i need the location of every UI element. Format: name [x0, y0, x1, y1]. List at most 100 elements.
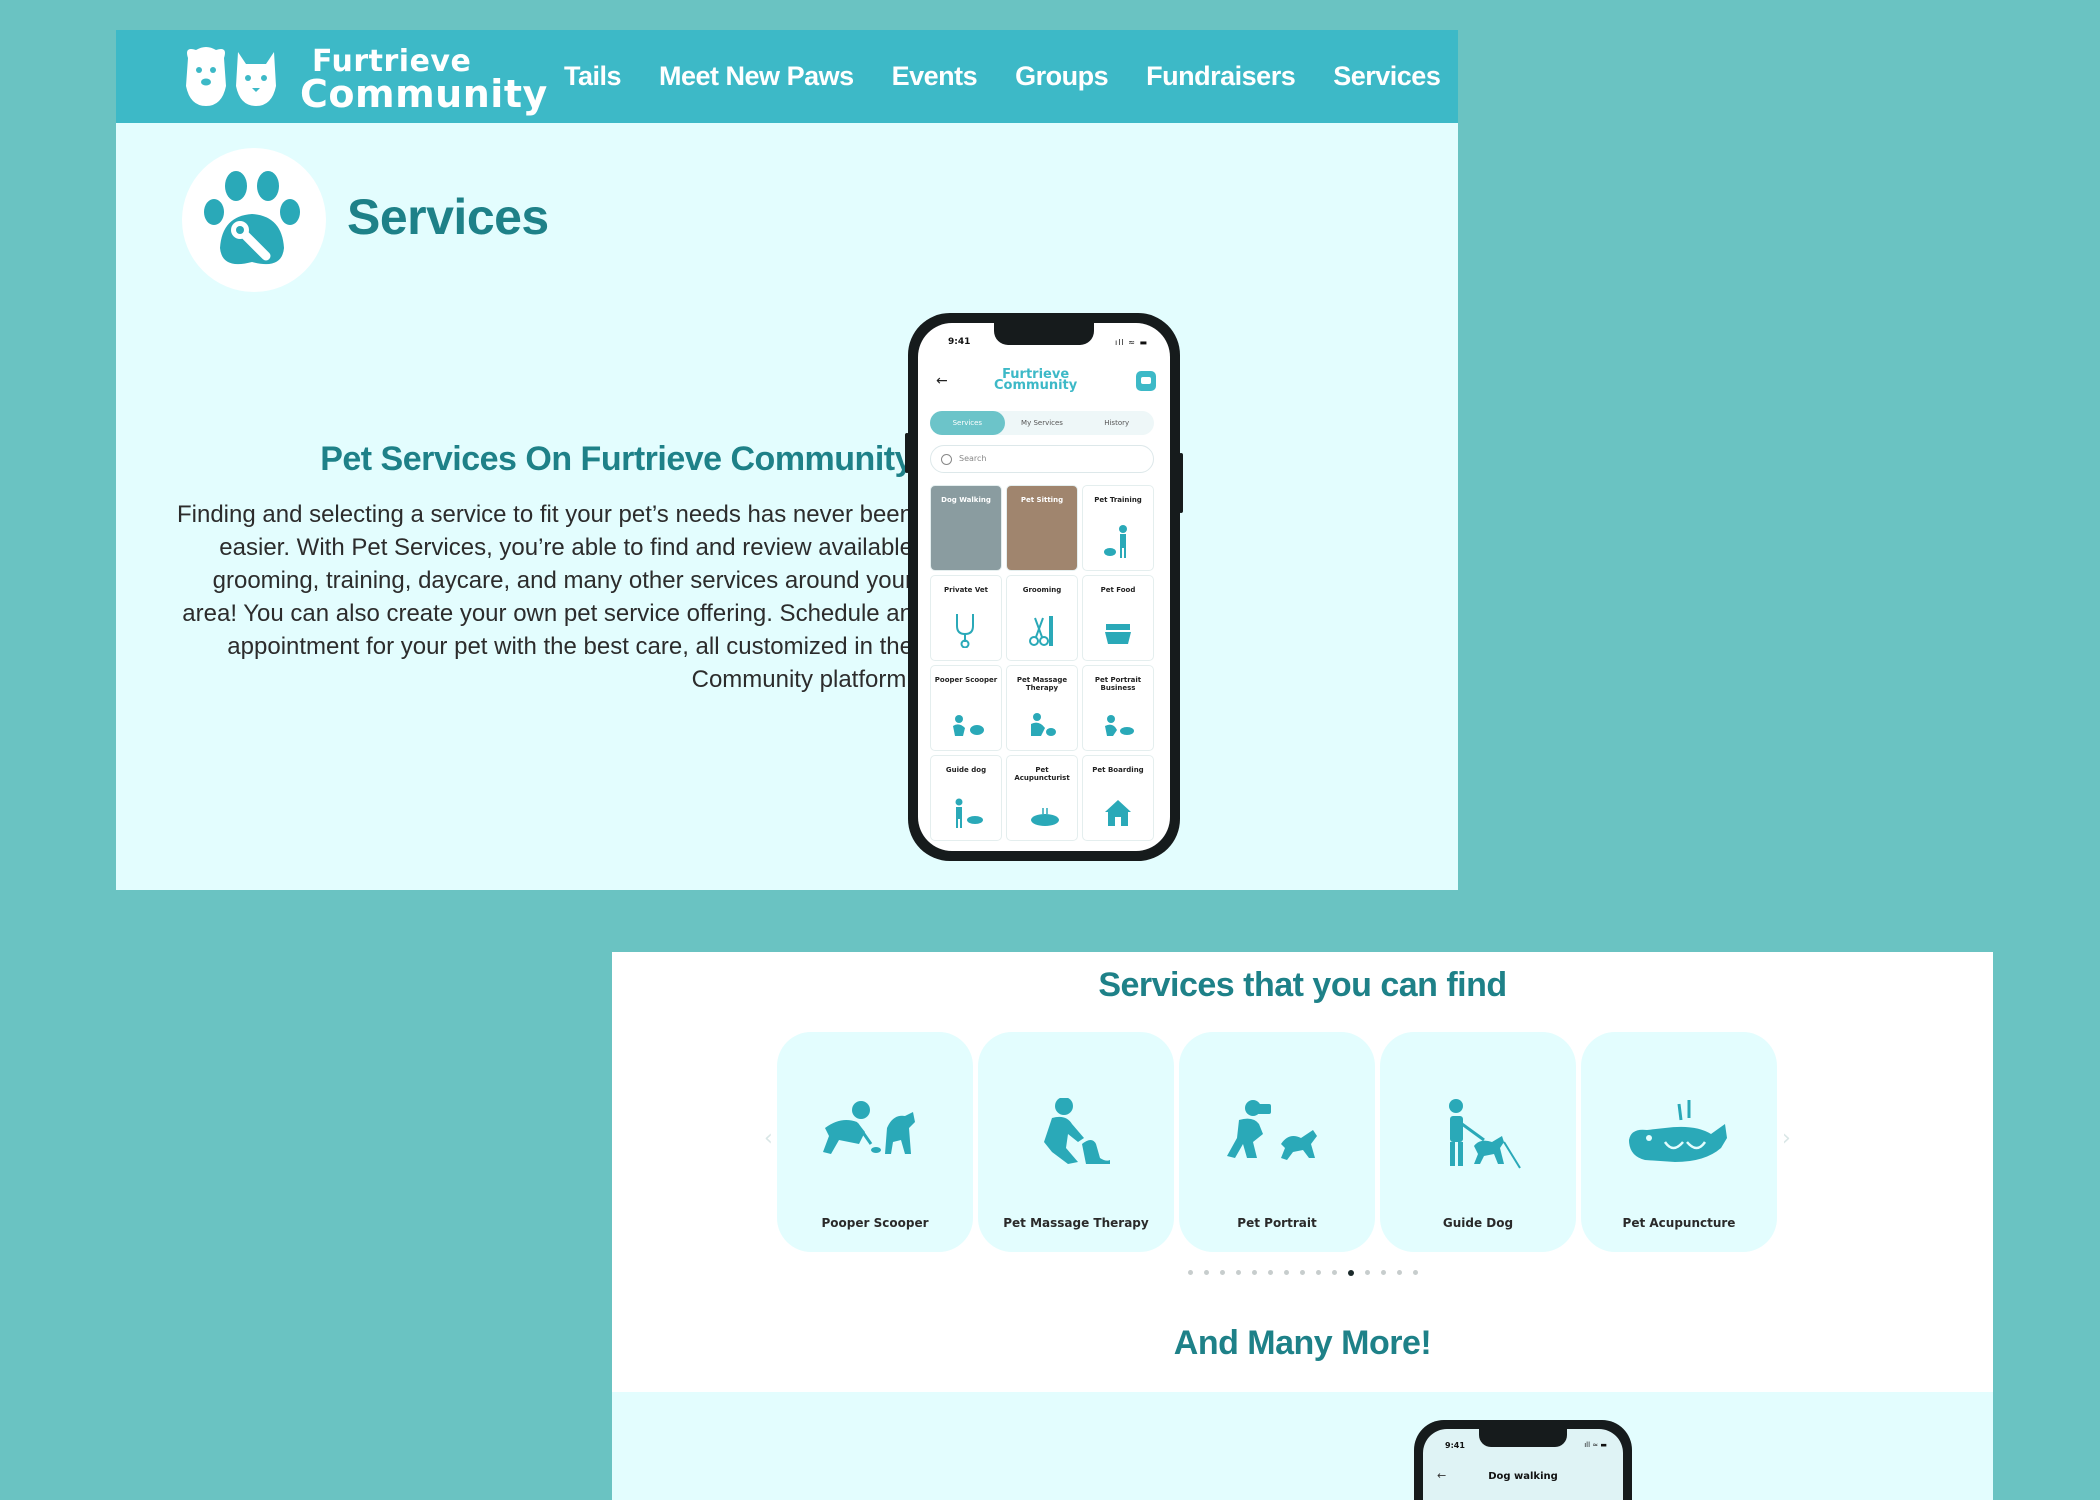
service-tile-pet-boarding[interactable]: Pet Boarding — [1082, 755, 1154, 841]
food-bowl-icon — [1105, 624, 1131, 644]
furtrieve-logo[interactable]: Furtrieve Community — [182, 38, 547, 116]
and-many-more-title: And Many More! — [1173, 1324, 1432, 1362]
carousel-dot[interactable] — [1203, 1270, 1209, 1275]
tile-label: Pet Boarding — [1092, 766, 1144, 774]
phone-mockup: 9:41 ıll ≈ ▬ ← Furtrieve Community Servi… — [905, 313, 1183, 861]
services-carousel: Pooper Scooper Pet Massage Therapy Pet P… — [777, 1032, 1777, 1252]
carousel-dot[interactable] — [1187, 1270, 1193, 1275]
card-label: Pooper Scooper — [821, 1216, 929, 1230]
carousel-dot[interactable] — [1380, 1270, 1386, 1275]
carousel-dot[interactable] — [1219, 1270, 1225, 1275]
pet-services-heading: Pet Services On Furtrieve Community — [320, 440, 913, 478]
logo-text-line2: Community — [300, 72, 548, 116]
nav-meet-new-paws[interactable]: Meet New Paws — [659, 61, 854, 92]
service-tile-pet-massage[interactable]: Pet Massage Therapy — [1006, 665, 1078, 751]
carousel-dot[interactable] — [1396, 1270, 1402, 1275]
carousel-dot[interactable] — [1331, 1270, 1337, 1275]
phone-logo-line2: Community — [994, 378, 1078, 393]
service-tile-private-vet[interactable]: Private Vet — [930, 575, 1002, 661]
phone2-status-icons: ıll ≈ ▬ — [1584, 1441, 1607, 1449]
chat-icon[interactable] — [1136, 371, 1156, 391]
stethoscope-icon — [956, 614, 974, 648]
phone-screen: 9:41 ıll ≈ ▬ ← Furtrieve Community Servi… — [918, 323, 1170, 851]
tile-label: Pet Massage Therapy — [1016, 676, 1068, 692]
page-title: Services — [347, 189, 549, 245]
carousel-next-arrow[interactable]: › — [1782, 1126, 1791, 1151]
pet-massage-icon — [1044, 1098, 1110, 1164]
guide-dog-small-icon — [955, 798, 983, 828]
phone-clock: 9:41 — [948, 337, 971, 347]
carousel-prev-arrow[interactable]: ‹ — [764, 1126, 773, 1151]
carousel-dot[interactable] — [1412, 1270, 1418, 1275]
carousel-dot[interactable] — [1315, 1270, 1321, 1275]
service-tile-pooper-scooper[interactable]: Pooper Scooper — [930, 665, 1002, 751]
back-arrow-icon[interactable]: ← — [936, 373, 948, 389]
service-tile-pet-training[interactable]: Pet Training — [1082, 485, 1154, 571]
tile-label: Pet Acupuncturist — [1014, 766, 1070, 782]
pet-portrait-small-icon — [1105, 715, 1134, 736]
service-card-pet-acupuncture[interactable]: Pet Acupuncture — [1581, 1032, 1777, 1252]
pet-training-icon — [1104, 525, 1127, 558]
service-card-pooper-scooper[interactable]: Pooper Scooper — [777, 1032, 973, 1252]
tab-history[interactable]: History — [1079, 411, 1154, 435]
service-card-guide-dog[interactable]: Guide Dog — [1380, 1032, 1576, 1252]
pooper-scooper-icon — [823, 1101, 915, 1154]
service-tile-pet-portrait[interactable]: Pet Portrait Business — [1082, 665, 1154, 751]
card-label: Guide Dog — [1442, 1216, 1514, 1230]
services-badge — [182, 148, 326, 292]
phone-search-input[interactable]: Search — [930, 445, 1154, 473]
paw-wrench-icon — [204, 171, 300, 265]
services-carousel-panel: Services that you can find ‹ › Pooper Sc… — [612, 952, 1993, 1500]
carousel-pagination — [612, 1270, 1993, 1276]
tile-label: Pet Training — [1094, 496, 1142, 504]
carousel-dot[interactable] — [1235, 1270, 1241, 1275]
carousel-dot[interactable] — [1283, 1270, 1289, 1275]
service-tile-guide-dog[interactable]: Guide dog — [930, 755, 1002, 841]
carousel-dot[interactable] — [1251, 1270, 1257, 1275]
phone2-screen-title: Dog walking — [1488, 1471, 1558, 1482]
card-label: Pet Acupuncture — [1622, 1216, 1736, 1230]
service-tile-dog-walking[interactable]: Dog Walking — [930, 485, 1002, 571]
carousel-dot[interactable] — [1364, 1270, 1370, 1275]
pet-acupuncture-icon — [1629, 1100, 1727, 1162]
pet-house-icon — [1105, 800, 1131, 826]
pet-acupuncture-small-icon — [1031, 808, 1059, 826]
carousel-dot[interactable] — [1347, 1270, 1354, 1276]
guide-dog-icon — [1449, 1099, 1521, 1169]
carousel-dot[interactable] — [1267, 1270, 1273, 1275]
tile-label: Pet Food — [1100, 586, 1136, 594]
phone2-notch — [1479, 1429, 1567, 1447]
pet-massage-small-icon — [1031, 713, 1056, 736]
tile-label: Pet Portrait Business — [1094, 676, 1142, 692]
phone-app-logo: Furtrieve Community — [994, 368, 1078, 393]
carousel-dot[interactable] — [1299, 1270, 1305, 1275]
pet-portrait-icon — [1227, 1100, 1317, 1160]
phone-side-button — [905, 433, 909, 473]
service-tile-grooming[interactable]: Grooming — [1006, 575, 1078, 661]
card-label: Pet Massage Therapy — [1003, 1216, 1149, 1230]
dog-walking-phone-mockup: 9:41 ıll ≈ ▬ ← Dog walking — [1414, 1420, 1632, 1500]
services-you-can-find-title: Services that you can find — [1098, 966, 1507, 1004]
service-tile-pet-acupuncturist[interactable]: Pet Acupuncturist — [1006, 755, 1078, 841]
nav-events[interactable]: Events — [892, 61, 978, 92]
main-nav: Tails Meet New Paws Events Groups Fundra… — [564, 30, 1441, 123]
phone-status-icons: ıll ≈ ▬ — [1114, 338, 1148, 347]
nav-tails[interactable]: Tails — [564, 61, 622, 92]
phone-side-button — [1179, 453, 1183, 513]
nav-groups[interactable]: Groups — [1015, 61, 1109, 92]
tile-label: Private Vet — [944, 586, 988, 594]
service-tile-pet-sitting[interactable]: Pet Sitting — [1006, 485, 1078, 571]
nav-fundraisers[interactable]: Fundraisers — [1146, 61, 1296, 92]
tile-label: Guide dog — [945, 766, 987, 774]
dog-cat-logo-icon — [186, 47, 276, 106]
service-card-pet-massage-therapy[interactable]: Pet Massage Therapy — [978, 1032, 1174, 1252]
service-card-pet-portrait[interactable]: Pet Portrait — [1179, 1032, 1375, 1252]
phone-notch — [994, 323, 1094, 345]
phone-tabs: Services My Services History — [930, 411, 1154, 435]
nav-services[interactable]: Services — [1333, 61, 1441, 92]
service-tile-pet-food[interactable]: Pet Food — [1082, 575, 1154, 661]
pooper-scooper-small-icon — [953, 715, 984, 736]
tab-services[interactable]: Services — [930, 411, 1005, 435]
tab-my-services[interactable]: My Services — [1005, 411, 1080, 435]
card-label: Pet Portrait — [1237, 1216, 1317, 1230]
